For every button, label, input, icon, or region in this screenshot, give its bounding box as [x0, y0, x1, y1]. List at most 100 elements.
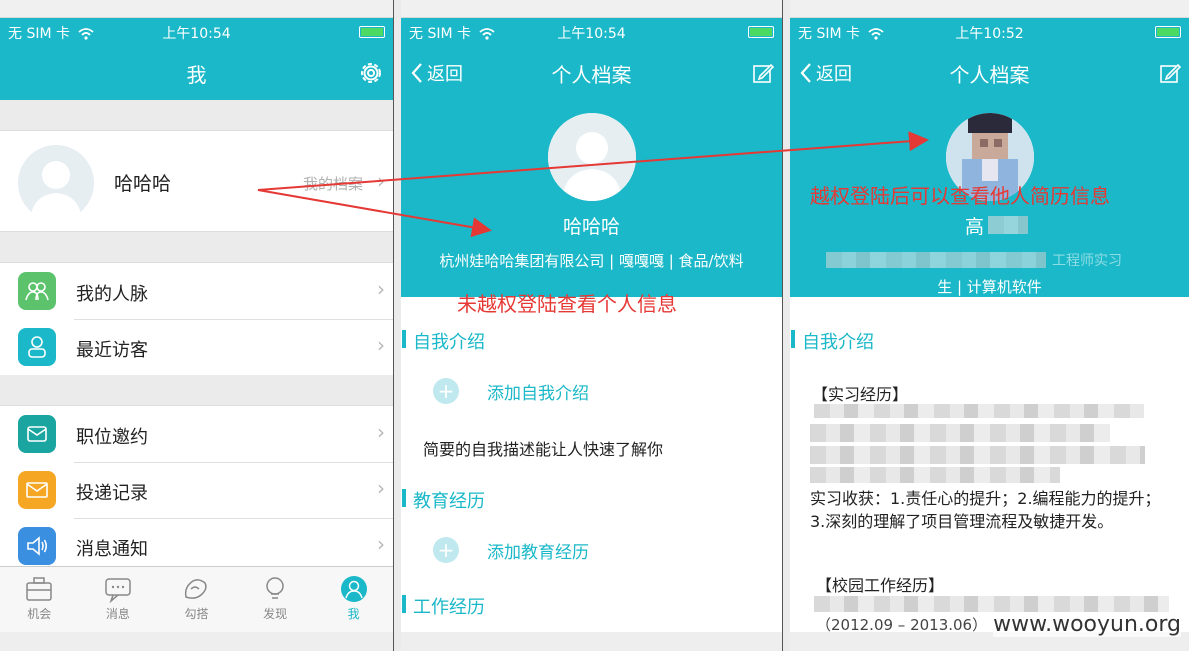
tab-label: 勾搭 [184, 607, 209, 621]
tab-connect[interactable]: 勾搭 [157, 567, 236, 632]
chevron-right-icon: › [377, 420, 385, 444]
chevron-right-icon: › [377, 476, 385, 500]
profile-name: 哈哈哈 [114, 173, 172, 195]
gear-icon[interactable] [357, 59, 385, 87]
nav-bar: 返回 个人档案 [401, 46, 782, 100]
page-title: 个人档案 [949, 63, 1030, 87]
avatar [547, 113, 636, 201]
top-strip [0, 0, 393, 18]
watermark: www.wooyun.org [993, 612, 1181, 637]
bottom-strip [0, 632, 393, 651]
top-strip [790, 0, 1189, 18]
my-profile-screen: 无 SIM 卡 上午10:54 我 哈哈哈 我的档案 › 我的人脉 › 最近访客… [0, 0, 393, 651]
status-bar: 无 SIM 卡 上午10:54 [0, 18, 393, 46]
menu-item-job-invites[interactable]: 职位邀约 › [0, 406, 393, 462]
internship-heading: 【实习经历】 [812, 385, 909, 404]
plus-icon: + [433, 378, 459, 404]
edit-icon[interactable] [752, 62, 774, 84]
profile-card[interactable]: 哈哈哈 我的档案 › [0, 130, 393, 232]
profile-header: 哈哈哈 杭州娃哈哈集团有限公司 | 嘎嘎嘎 | 食品/饮料 未越权登陆查看个人信… [401, 100, 782, 316]
menu-label: 我的人脉 [76, 284, 148, 305]
add-label: 添加教育经历 [487, 542, 589, 563]
user-icon [340, 576, 367, 602]
mail-icon [18, 471, 56, 509]
menu-group-contacts: 我的人脉 › 最近访客 › [0, 262, 393, 376]
people-icon [18, 272, 56, 310]
tab-bar: 机会 消息 勾搭 发现 我 [0, 566, 393, 632]
tab-label: 发现 [263, 607, 288, 621]
profile-company-line: 杭州娃哈哈集团有限公司 | 嘎嘎嘎 | 食品/饮料 [439, 252, 744, 270]
chevron-right-icon: › [377, 532, 385, 556]
briefcase-icon [26, 577, 53, 601]
default-avatar-icon [547, 113, 636, 201]
status-bar: 无 SIM 卡 上午10:54 [401, 18, 782, 46]
battery-icon [1155, 26, 1181, 38]
redaction-blur [810, 446, 1145, 464]
tab-me[interactable]: 我 [314, 567, 393, 632]
redaction-blur [988, 216, 1028, 234]
status-time: 上午10:54 [162, 26, 231, 42]
chevron-right-icon: › [377, 333, 385, 357]
edit-icon[interactable] [1159, 62, 1181, 84]
nav-bar: 我 [0, 46, 393, 100]
menu-label: 消息通知 [76, 539, 148, 560]
invite-icon [18, 415, 56, 453]
section-self-intro: 自我介绍 [790, 328, 874, 354]
menu-label: 投递记录 [76, 483, 148, 504]
section-education: 教育经历 [401, 487, 485, 513]
profile-company-partial: 工程师实习 [1052, 253, 1122, 269]
profile-name: 哈哈哈 [562, 216, 620, 238]
menu-item-visitors[interactable]: 最近访客 › [0, 319, 393, 375]
profile-industry-line: 生 | 计算机软件 [937, 278, 1042, 296]
avatar [18, 145, 94, 221]
section-gap [0, 100, 393, 130]
tab-label: 我 [347, 607, 360, 621]
add-self-intro-button[interactable]: + 添加自我介绍 [433, 378, 589, 404]
panel-divider [393, 0, 401, 651]
section-work: 工作经历 [401, 593, 485, 619]
visitor-icon [18, 328, 56, 366]
top-strip [401, 0, 782, 18]
panel-divider [782, 0, 790, 651]
annotation-unauthorized: 未越权登陆查看个人信息 [457, 292, 677, 316]
chat-bubble-icon [105, 578, 131, 603]
section-gap [0, 232, 393, 262]
redaction-blur [814, 404, 1144, 418]
status-time: 上午10:54 [557, 26, 626, 42]
menu-item-connections[interactable]: 我的人脉 › [0, 263, 393, 319]
tab-discover[interactable]: 发现 [236, 567, 315, 632]
battery-icon [748, 26, 774, 38]
redaction-blur [810, 424, 1110, 442]
speaker-icon [18, 527, 56, 565]
tab-messages[interactable]: 消息 [79, 567, 158, 632]
tab-opportunity[interactable]: 机会 [0, 567, 79, 632]
other-user-archive-screen: 无 SIM 卡 上午10:52 返回 个人档案 越权登陆后可以查看他人简历信息 [790, 0, 1189, 651]
redaction-blur [810, 467, 1060, 483]
menu-group-jobs: 职位邀约 › 投递记录 › 消息通知 › [0, 405, 393, 575]
menu-item-delivery-records[interactable]: 投递记录 › [0, 462, 393, 518]
my-archive-link[interactable]: 我的档案 [303, 173, 363, 194]
campus-heading: 【校园工作经历】 [816, 576, 945, 595]
section-gap [0, 375, 393, 405]
status-bar: 无 SIM 卡 上午10:52 [790, 18, 1189, 46]
add-label: 添加自我介绍 [487, 383, 589, 404]
nav-bar: 返回 个人档案 [790, 46, 1189, 100]
lightbulb-icon [266, 577, 284, 599]
menu-label: 职位邀约 [76, 427, 148, 448]
page-title: 我 [186, 63, 207, 87]
profile-header: 越权登陆后可以查看他人简历信息 高 工程师实习 生 | 计算机软件 [790, 100, 1189, 297]
own-archive-screen: 无 SIM 卡 上午10:54 返回 个人档案 哈哈哈 杭州娃哈哈集团有限公司 … [401, 0, 782, 651]
chevron-right-icon: › [377, 169, 385, 193]
page-title: 个人档案 [551, 63, 632, 87]
intro-hint: 简要的自我描述能让人快速了解你 [423, 440, 664, 459]
add-education-button[interactable]: + 添加教育经历 [433, 537, 589, 563]
battery-icon [359, 26, 385, 38]
redaction-blur [814, 596, 1169, 612]
redaction-blur [826, 252, 1046, 268]
menu-label: 最近访客 [76, 340, 148, 361]
status-time: 上午10:52 [955, 26, 1024, 42]
annotation-privilege-escalation: 越权登陆后可以查看他人简历信息 [810, 184, 1110, 208]
internship-gains: 实习收获：1.责任心的提升；2.编程能力的提升；3.深刻的理解了项目管理流程及敏… [810, 489, 1161, 531]
chevron-right-icon: › [377, 277, 385, 301]
section-self-intro: 自我介绍 [401, 328, 485, 354]
